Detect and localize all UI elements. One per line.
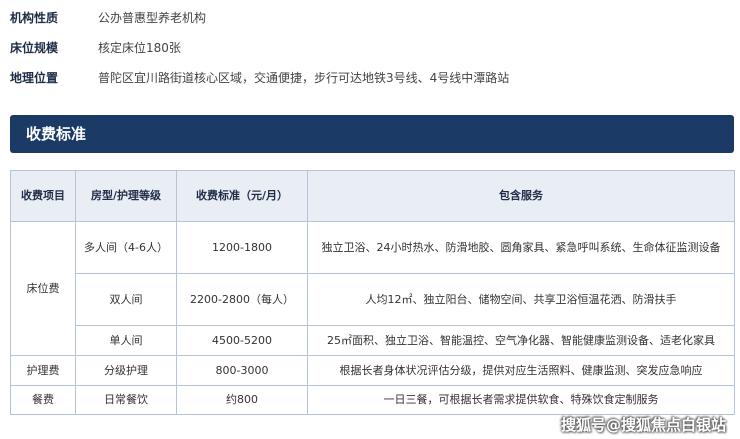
cell-services: 25㎡面积、独立卫浴、智能温控、空气净化器、智能健康监测设备、适老化家具 bbox=[307, 325, 735, 356]
cell-price: 约800 bbox=[176, 385, 308, 415]
cell-item: 护理费 bbox=[10, 355, 76, 386]
cell-services: 人均12㎡、独立阳台、储物空间、共享卫浴恒温花洒、防滑扶手 bbox=[307, 273, 735, 326]
info-label: 机构性质 bbox=[10, 11, 59, 25]
table-header-row: 收费项目 房型/护理等级 收费标准（元/月） 包含服务 bbox=[10, 170, 735, 222]
cell-services: 根据长者身体状况评估分级，提供对应生活照料、健康监测、突发应急响应 bbox=[307, 355, 735, 386]
info-value: 核定床位180张 bbox=[98, 41, 181, 55]
section-header: 收费标准 bbox=[10, 115, 734, 153]
table-row: 护理费 分级护理 800-3000 根据长者身体状况评估分级，提供对应生活照料、… bbox=[10, 355, 735, 386]
cell-item: 床位费 bbox=[10, 221, 76, 356]
cell-type: 日常餐饮 bbox=[75, 385, 177, 415]
table-row: 单人间 4500-5200 25㎡面积、独立卫浴、智能温控、空气净化器、智能健康… bbox=[11, 325, 735, 356]
cell-type: 分级护理 bbox=[75, 355, 177, 386]
header-services: 包含服务 bbox=[307, 170, 735, 222]
info-label: 地理位置 bbox=[10, 71, 59, 85]
cell-type: 单人间 bbox=[75, 325, 177, 356]
header-type: 房型/护理等级 bbox=[75, 170, 177, 222]
cell-services: 独立卫浴、24小时热水、防滑地胶、圆角家具、紧急呼叫系统、生命体征监测设备 bbox=[307, 221, 735, 274]
cell-type: 多人间（4-6人） bbox=[75, 221, 177, 274]
watermark: 搜狐号@搜狐焦点白银站 bbox=[560, 416, 726, 434]
cell-price: 1200-1800 bbox=[176, 221, 308, 274]
info-value: 普陀区宜川路街道核心区域，交通便捷，步行可达地铁3号线、4号线中潭路站 bbox=[98, 71, 510, 85]
info-value: 公办普惠型养老机构 bbox=[98, 11, 207, 25]
cell-type: 双人间 bbox=[75, 273, 177, 326]
fee-table: 收费项目 房型/护理等级 收费标准（元/月） 包含服务 床位费 多人间（4-6人… bbox=[10, 170, 735, 415]
info-label: 床位规模 bbox=[10, 41, 59, 55]
table-row: 餐费 日常餐饮 约800 一日三餐，可根据长者需求提供软食、特殊饮食定制服务 bbox=[10, 385, 735, 415]
cell-item: 餐费 bbox=[10, 385, 76, 415]
cell-price: 2200-2800（每人） bbox=[176, 273, 308, 326]
cell-services: 一日三餐，可根据长者需求提供软食、特殊饮食定制服务 bbox=[307, 385, 735, 415]
table-row: 双人间 2200-2800（每人） 人均12㎡、独立阳台、储物空间、共享卫浴恒温… bbox=[11, 273, 735, 326]
cell-price: 4500-5200 bbox=[176, 325, 308, 356]
section-title: 收费标准 bbox=[26, 125, 87, 143]
cell-price: 800-3000 bbox=[176, 355, 308, 386]
header-item: 收费项目 bbox=[10, 170, 76, 222]
header-price: 收费标准（元/月） bbox=[176, 170, 308, 222]
table-row: 床位费 多人间（4-6人） 1200-1800 独立卫浴、24小时热水、防滑地胶… bbox=[10, 221, 735, 356]
